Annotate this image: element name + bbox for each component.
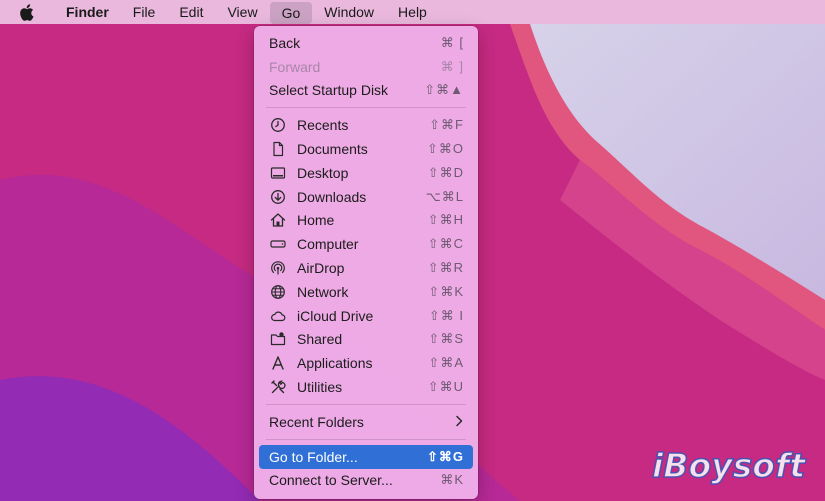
menu-item-shortcut: ⇧⌘G (426, 448, 464, 464)
menu-item-downloads[interactable]: Downloads ⌥⌘L (254, 185, 478, 209)
menubar-finder[interactable]: Finder (54, 0, 121, 24)
menu-separator (266, 438, 466, 440)
document-icon (269, 140, 287, 158)
menu-item-shortcut: ⇧⌘U (427, 379, 464, 395)
menu-item-shortcut: ⇧⌘R (427, 260, 464, 276)
menu-item-home[interactable]: Home ⇧⌘H (254, 209, 478, 233)
menu-item-utilities[interactable]: Utilities ⇧⌘U (254, 375, 478, 399)
menu-item-applications[interactable]: Applications ⇧⌘A (254, 351, 478, 375)
menu-item-documents[interactable]: Documents ⇧⌘O (254, 137, 478, 161)
desktop-icon (269, 164, 287, 182)
menu-item-back[interactable]: Back ⌘ [ (254, 31, 478, 55)
menu-item-label: AirDrop (297, 260, 345, 277)
menu-item-shared[interactable]: Shared ⇧⌘S (254, 328, 478, 352)
computer-icon (269, 235, 287, 253)
menu-separator (266, 403, 466, 405)
menu-item-shortcut: ⇧⌘K (428, 283, 464, 299)
menubar-view[interactable]: View (215, 0, 269, 24)
menu-item-shortcut: ⇧⌘S (428, 331, 464, 347)
menu-item-go-to-folder[interactable]: Go to Folder... ⇧⌘G (259, 444, 473, 469)
menubar-edit[interactable]: Edit (167, 0, 215, 24)
menu-item-connect-to-server[interactable]: Connect to Server... ⌘K (254, 469, 478, 493)
menu-item-shortcut: ⇧⌘H (427, 212, 464, 228)
menu-item-shortcut: ⇧⌘D (427, 164, 464, 180)
network-icon (269, 283, 287, 301)
menu-item-label: Downloads (297, 188, 367, 205)
menu-item-airdrop[interactable]: AirDrop ⇧⌘R (254, 256, 478, 280)
menu-item-label: Applications (297, 355, 373, 372)
menu-item-shortcut: ⇧⌘A (428, 355, 464, 371)
clock-icon (269, 116, 287, 134)
menu-item-network[interactable]: Network ⇧⌘K (254, 280, 478, 304)
utilities-icon (269, 378, 287, 396)
menu-item-icloud-drive[interactable]: iCloud Drive ⇧⌘ I (254, 304, 478, 328)
menu-item-desktop[interactable]: Desktop ⇧⌘D (254, 161, 478, 185)
airdrop-icon (269, 259, 287, 277)
menu-item-shortcut: ⌘K (440, 472, 464, 488)
menu-item-shortcut: ⇧⌘F (429, 117, 464, 133)
menu-bar: Finder File Edit View Go Window Help (0, 0, 825, 24)
menu-item-label: Home (297, 212, 335, 229)
menubar-help[interactable]: Help (386, 0, 439, 24)
menubar-window[interactable]: Window (312, 0, 386, 24)
menu-item-recents[interactable]: Recents ⇧⌘F (254, 113, 478, 137)
menu-item-shortcut: ⌘ ] (440, 58, 464, 74)
menu-item-shortcut: ⌘ [ (440, 34, 464, 50)
menu-item-label: Recent Folders (269, 413, 364, 430)
menu-item-label: Go to Folder... (269, 448, 358, 465)
menu-item-label: Computer (297, 236, 359, 253)
menu-item-select-startup-disk[interactable]: Select Startup Disk ⇧⌘▲ (254, 79, 478, 103)
menu-separator (266, 107, 466, 109)
menu-item-computer[interactable]: Computer ⇧⌘C (254, 232, 478, 256)
menu-item-label: Select Startup Disk (269, 82, 389, 99)
menu-item-label: Forward (269, 58, 321, 75)
menu-item-label: Connect to Server... (269, 472, 393, 489)
menu-item-label: Shared (297, 331, 343, 348)
menu-item-shortcut: ⇧⌘▲ (424, 82, 464, 98)
apple-logo-icon[interactable] (18, 3, 34, 21)
chevron-right-icon (454, 414, 464, 430)
menu-item-label: Utilities (297, 379, 343, 396)
menu-item-shortcut: ⇧⌘ I (428, 307, 464, 323)
menu-item-shortcut: ⌥⌘L (425, 188, 464, 204)
menu-item-label: iCloud Drive (297, 307, 374, 324)
menu-item-shortcut: ⇧⌘O (426, 141, 464, 157)
menu-item-shortcut: ⇧⌘C (427, 236, 464, 252)
go-menu-dropdown: Back ⌘ [ Forward ⌘ ] Select Startup Disk… (254, 26, 478, 499)
menu-item-label: Network (297, 283, 349, 300)
home-icon (269, 211, 287, 229)
cloud-icon (269, 307, 287, 325)
menu-item-label: Desktop (297, 164, 349, 181)
menu-item-forward: Forward ⌘ ] (254, 55, 478, 79)
menu-item-label: Back (269, 34, 301, 51)
menu-item-recent-folders[interactable]: Recent Folders (254, 410, 478, 434)
menubar-go[interactable]: Go (269, 1, 313, 24)
applications-icon (269, 354, 287, 372)
watermark-logo: iBoysoft (651, 445, 806, 486)
menu-item-label: Recents (297, 117, 349, 134)
download-icon (269, 188, 287, 206)
shared-folder-icon (269, 330, 287, 348)
menu-item-label: Documents (297, 141, 368, 158)
menubar-file[interactable]: File (121, 0, 168, 24)
